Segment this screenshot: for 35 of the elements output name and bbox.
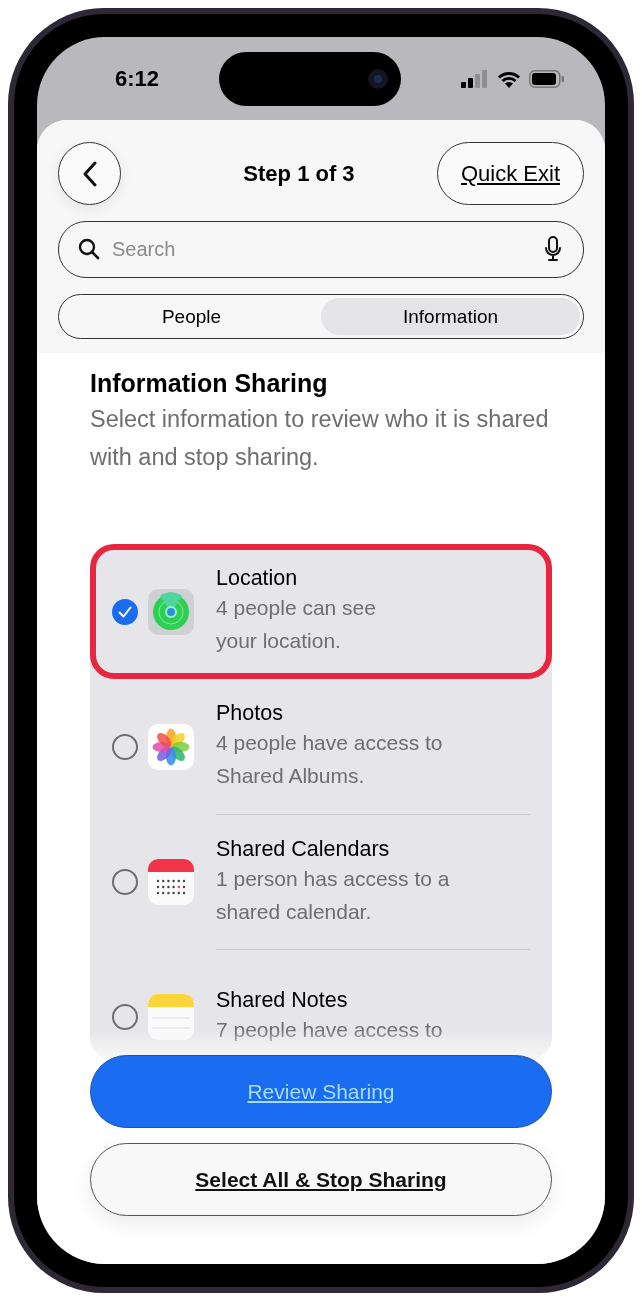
list-item[interactable]: Location 4 people can see your location. bbox=[90, 544, 552, 679]
status-time: 6:12 bbox=[115, 65, 160, 92]
calendar-icon bbox=[148, 858, 194, 905]
item-title: Photos bbox=[216, 701, 284, 726]
stop-sharing-button[interactable]: Select All & Stop Sharing bbox=[90, 1143, 552, 1216]
quick-exit-button[interactable]: Quick Exit bbox=[436, 142, 584, 205]
battery-icon bbox=[529, 69, 565, 88]
empty-circle-icon[interactable] bbox=[112, 1003, 138, 1030]
wifi-icon bbox=[497, 69, 521, 88]
segment-tab[interactable]: People bbox=[62, 298, 321, 335]
section-title: Information Sharing bbox=[90, 369, 329, 398]
checked-circle-icon[interactable] bbox=[112, 598, 138, 625]
empty-circle-icon[interactable] bbox=[112, 733, 138, 760]
list-item[interactable]: Shared Calendars 1 person has access to a shared calendar. bbox=[90, 814, 552, 949]
signal-icon bbox=[461, 69, 489, 88]
item-title: Location bbox=[216, 566, 299, 591]
item-title: Shared Notes bbox=[216, 988, 349, 1013]
microphone-icon[interactable] bbox=[544, 236, 562, 262]
empty-circle-icon[interactable] bbox=[112, 868, 138, 895]
search-field[interactable]: Search bbox=[58, 221, 584, 278]
item-description: 4 people have access to Shared Albums. bbox=[216, 730, 444, 789]
list-item[interactable]: Photos 4 people have access to Shared Albums. bbox=[90, 679, 552, 814]
notepad-icon bbox=[148, 993, 194, 1040]
search-icon bbox=[78, 238, 100, 260]
flower-icon bbox=[148, 723, 194, 770]
camera-lens-icon bbox=[367, 67, 389, 90]
item-description: 4 people can see your location. bbox=[216, 595, 377, 654]
section-description: Select information to review who it is shared with and stop sharing. bbox=[90, 405, 550, 472]
item-description: 7 people have access to bbox=[216, 1017, 444, 1043]
segment-tab[interactable]: Information bbox=[321, 298, 580, 335]
item-title: Shared Calendars bbox=[216, 836, 391, 862]
chevron-left-icon bbox=[81, 160, 98, 187]
step-title: Step 1 of 3 bbox=[243, 160, 355, 187]
radar-icon bbox=[148, 588, 194, 635]
item-description: 1 person has access to a shared calendar. bbox=[216, 865, 451, 925]
